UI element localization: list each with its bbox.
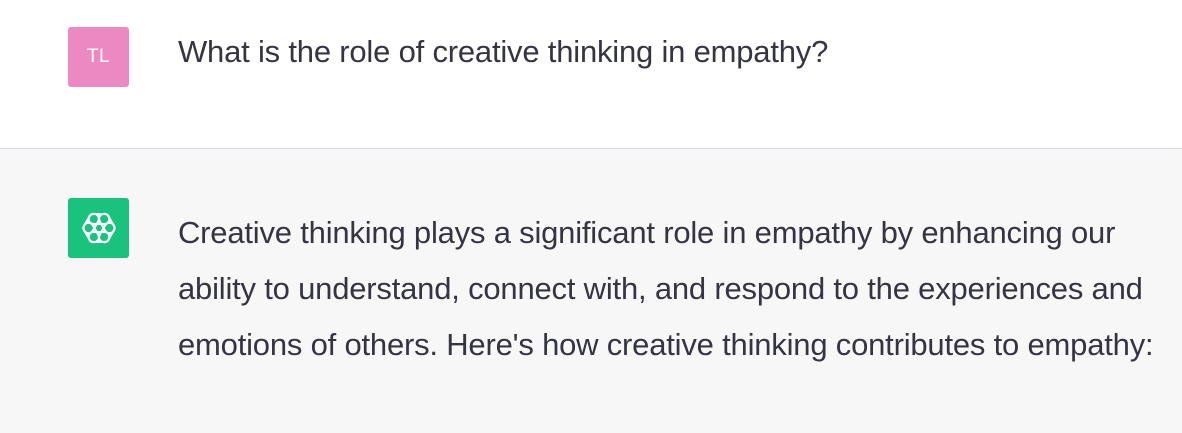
user-message-row: TL What is the role of creative thinking… (0, 0, 1182, 148)
chat-thread: TL What is the role of creative thinking… (0, 0, 1182, 433)
assistant-avatar (68, 198, 129, 258)
assistant-message-row: Creative thinking plays a significant ro… (0, 148, 1182, 433)
user-message-text: What is the role of creative thinking in… (178, 34, 829, 69)
openai-logo-icon (81, 212, 116, 244)
user-avatar-initials: TL (86, 46, 111, 67)
assistant-message-text: Creative thinking plays a significant ro… (178, 215, 1154, 362)
user-avatar: TL (68, 27, 129, 87)
